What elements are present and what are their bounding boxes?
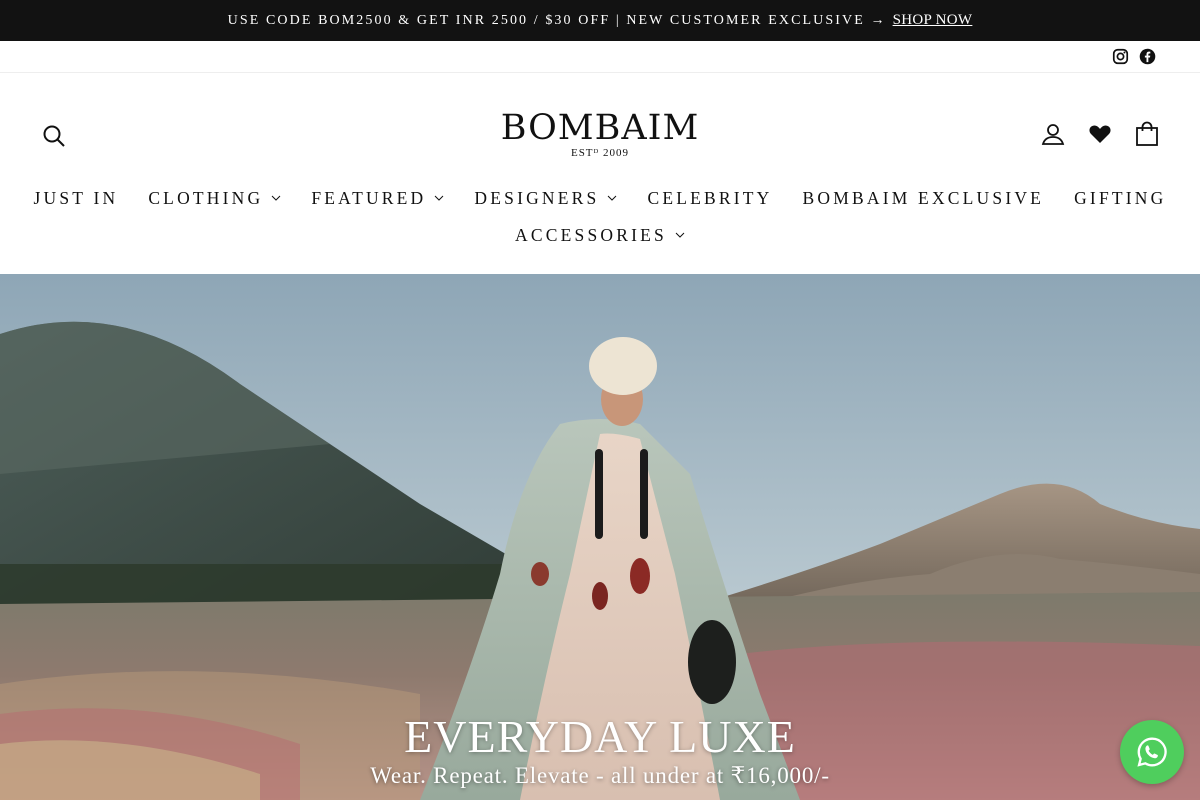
nav-gifting[interactable]: GIFTING (1074, 188, 1166, 209)
nav-designers[interactable]: DESIGNERS (474, 188, 617, 209)
search-icon[interactable] (42, 124, 66, 148)
chevron-down-icon (271, 195, 281, 201)
bag-icon[interactable] (1134, 121, 1160, 147)
hero-subtitle: Wear. Repeat. Elevate - all under at ₹16… (370, 763, 830, 788)
site-header: BOMBAIM ESTᴰ 2009 JUST IN CLOTHING FEATU… (0, 73, 1200, 274)
instagram-icon[interactable] (1112, 48, 1129, 65)
whatsapp-chat-button[interactable] (1120, 720, 1184, 784)
nav-bombaim-exclusive[interactable]: BOMBAIM EXCLUSIVE (803, 188, 1045, 209)
brand-logo[interactable]: BOMBAIM ESTᴰ 2009 (500, 109, 700, 159)
logo-name: BOMBAIM (500, 108, 700, 148)
facebook-icon[interactable] (1139, 48, 1156, 65)
chevron-down-icon (435, 195, 444, 201)
user-icon[interactable] (1040, 121, 1066, 147)
chevron-down-icon (675, 232, 685, 238)
announcement-bar: USE CODE BOM2500 & GET INR 2500 / $30 OF… (0, 0, 1200, 41)
nav-celebrity[interactable]: CELEBRITY (647, 188, 772, 209)
nav-clothing[interactable]: CLOTHING (148, 188, 281, 209)
hero-title: EVERYDAY LUXE (404, 711, 796, 762)
main-navigation: JUST IN CLOTHING FEATURED DESIGNERS CELE… (0, 186, 1200, 260)
logo-established: ESTᴰ 2009 (570, 147, 630, 159)
heart-icon[interactable] (1087, 121, 1113, 147)
chevron-down-icon (608, 195, 617, 201)
whatsapp-icon (1137, 737, 1167, 767)
announcement-text: USE CODE BOM2500 & GET INR 2500 / $30 OF… (227, 12, 887, 28)
shop-now-link[interactable]: SHOP NOW (893, 12, 973, 29)
nav-accessories[interactable]: ACCESSORIES (515, 225, 685, 246)
social-bar (0, 41, 1200, 73)
nav-just-in[interactable]: JUST IN (34, 188, 119, 209)
hero-banner[interactable]: EVERYDAY LUXE Wear. Repeat. Elevate - al… (0, 274, 1200, 800)
header-actions (1040, 121, 1160, 147)
nav-featured[interactable]: FEATURED (311, 188, 444, 209)
